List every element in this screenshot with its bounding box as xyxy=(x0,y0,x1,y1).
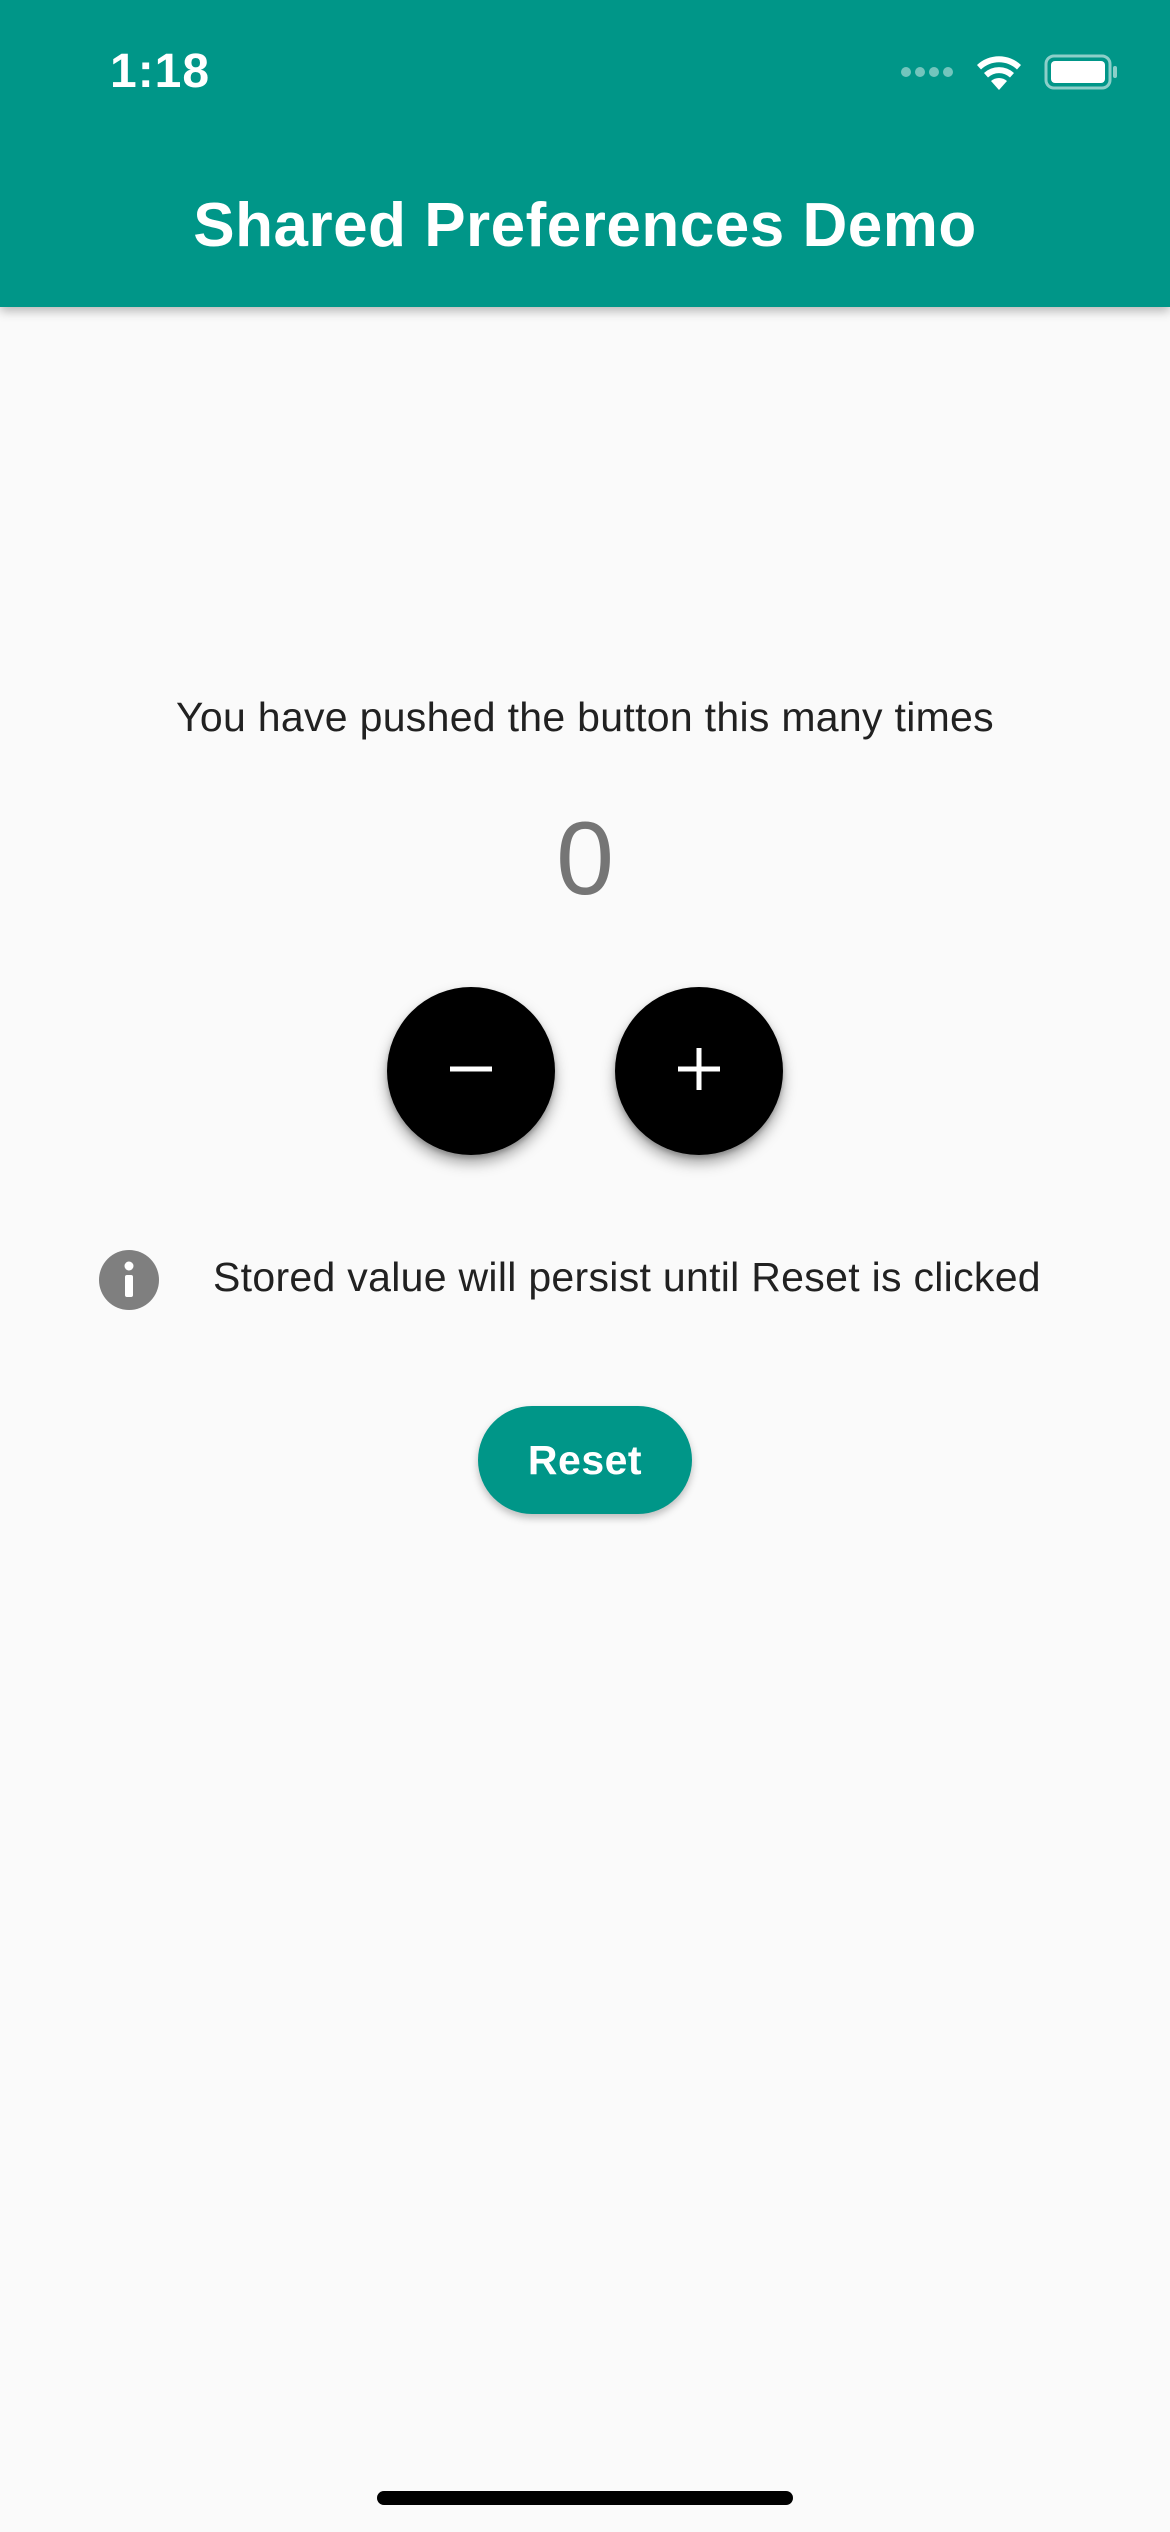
plus-icon xyxy=(675,1045,723,1098)
counter-caption: You have pushed the button this many tim… xyxy=(176,694,994,740)
status-icons xyxy=(900,52,1118,96)
page-title: Shared Preferences Demo xyxy=(193,191,977,260)
reset-button[interactable]: Reset xyxy=(478,1406,692,1514)
minus-icon xyxy=(447,1045,495,1098)
counter-value: 0 xyxy=(556,801,614,917)
info-text: Stored value will persist until Reset is… xyxy=(213,1254,1041,1300)
battery-icon xyxy=(1044,54,1118,95)
cellular-signal-icon xyxy=(900,65,954,84)
decrement-button[interactable] xyxy=(387,987,555,1155)
info-row: Stored value will persist until Reset is… xyxy=(0,1240,1170,1320)
home-indicator[interactable] xyxy=(377,2491,793,2505)
wifi-icon xyxy=(976,54,1022,95)
status-time: 1:18 xyxy=(110,45,211,98)
info-icon xyxy=(99,1250,159,1310)
app-bar: 1:18 Shared Preferences Demo xyxy=(0,0,1170,307)
increment-button[interactable] xyxy=(615,987,783,1155)
